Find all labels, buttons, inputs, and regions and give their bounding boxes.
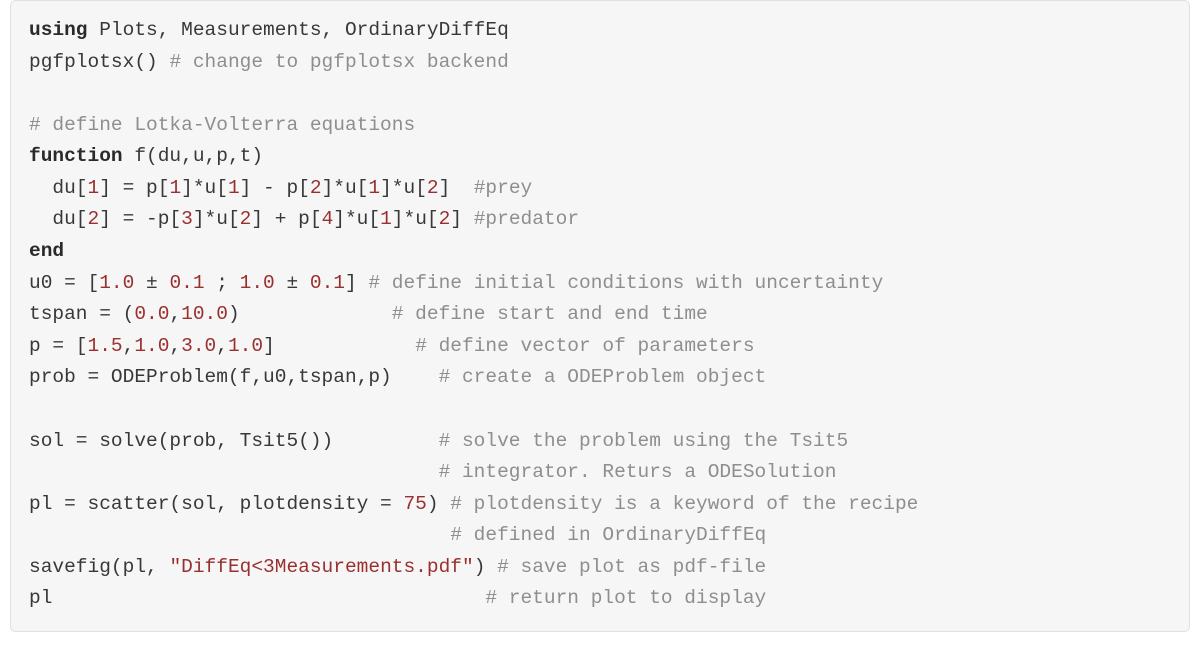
- code-text: ]: [439, 177, 474, 199]
- code-text: prob = ODEProblem(f,u0,tspan,p): [29, 366, 439, 388]
- code-text: pl = scatter(sol, plotdensity =: [29, 493, 403, 515]
- code-token: 1: [368, 177, 380, 199]
- code-token: 3.0: [181, 335, 216, 357]
- code-line: using Plots, Measurements, OrdinaryDiffE…: [29, 19, 509, 41]
- code-token: 2: [310, 177, 322, 199]
- code-token: 0.1: [169, 272, 204, 294]
- code-text: ): [228, 303, 392, 325]
- code-line: sol = solve(prob, Tsit5()) # solve the p…: [29, 430, 848, 452]
- code-token: 10.0: [181, 303, 228, 325]
- code-token: 2: [427, 177, 439, 199]
- code-text: ]: [450, 208, 473, 230]
- code-token: #predator: [474, 208, 579, 230]
- code-text: tspan = (: [29, 303, 134, 325]
- code-line: function f(du,u,p,t): [29, 145, 263, 167]
- code-token: # define start and end time: [392, 303, 708, 325]
- code-text: f(du,u,p,t): [123, 145, 263, 167]
- code-token: 0.0: [134, 303, 169, 325]
- code-text: savefig(pl,: [29, 556, 169, 578]
- code-text: ,: [123, 335, 135, 357]
- code-line: end: [29, 240, 64, 262]
- code-text: ] - p[: [240, 177, 310, 199]
- code-token: 1: [169, 177, 181, 199]
- code-token: # return plot to display: [485, 587, 766, 609]
- code-text: ,: [169, 335, 181, 357]
- code-token: using: [29, 19, 88, 41]
- code-text: ]*u[: [193, 208, 240, 230]
- code-token: 1: [88, 177, 100, 199]
- code-text: ]: [263, 335, 415, 357]
- code-text: ]*u[: [392, 208, 439, 230]
- code-token: function: [29, 145, 123, 167]
- code-line: pl = scatter(sol, plotdensity = 75) # pl…: [29, 493, 918, 515]
- code-text: ] + p[: [251, 208, 321, 230]
- code-token: 1.0: [99, 272, 134, 294]
- code-text: ,: [169, 303, 181, 325]
- code-token: # solve the problem using the Tsit5: [439, 430, 849, 452]
- code-line: # defined in OrdinaryDiffEq: [29, 524, 766, 546]
- code-token: # define Lotka-Volterra equations: [29, 114, 415, 136]
- code-line: du[2] = -p[3]*u[2] + p[4]*u[1]*u[2] #pre…: [29, 208, 579, 230]
- code-text: ]*u[: [380, 177, 427, 199]
- code-text: ] = -p[: [99, 208, 181, 230]
- code-token: # integrator. Returs a ODESolution: [439, 461, 837, 483]
- code-text: ]*u[: [333, 208, 380, 230]
- code-token: 1.0: [228, 335, 263, 357]
- code-text: [29, 524, 450, 546]
- code-token: # create a ODEProblem object: [439, 366, 767, 388]
- code-token: 1: [228, 177, 240, 199]
- code-text: ±: [134, 272, 169, 294]
- code-token: 4: [322, 208, 334, 230]
- code-token: 1.5: [88, 335, 123, 357]
- code-token: # plotdensity is a keyword of the recipe: [450, 493, 918, 515]
- code-text: ]: [345, 272, 368, 294]
- code-text: ;: [205, 272, 240, 294]
- code-text: Plots, Measurements, OrdinaryDiffEq: [88, 19, 509, 41]
- code-text: ): [427, 493, 450, 515]
- code-token: 2: [88, 208, 100, 230]
- code-content: using Plots, Measurements, OrdinaryDiffE…: [29, 19, 918, 609]
- code-text: ]*u[: [181, 177, 228, 199]
- code-text: ]*u[: [322, 177, 369, 199]
- code-token: # change to pgfplotsx backend: [169, 51, 508, 73]
- code-token: 0.1: [310, 272, 345, 294]
- code-line: pl # return plot to display: [29, 587, 766, 609]
- code-token: end: [29, 240, 64, 262]
- code-line: tspan = (0.0,10.0) # define start and en…: [29, 303, 708, 325]
- code-token: 2: [439, 208, 451, 230]
- code-token: # defined in OrdinaryDiffEq: [450, 524, 766, 546]
- code-token: #prey: [474, 177, 533, 199]
- code-text: ±: [275, 272, 310, 294]
- code-text: pgfplotsx(): [29, 51, 169, 73]
- code-token: 1.0: [240, 272, 275, 294]
- code-token: 2: [240, 208, 252, 230]
- code-line: prob = ODEProblem(f,u0,tspan,p) # create…: [29, 366, 766, 388]
- code-line: # integrator. Returs a ODESolution: [29, 461, 836, 483]
- code-text: pl: [29, 587, 485, 609]
- code-text: ): [474, 556, 497, 578]
- code-line: du[1] = p[1]*u[1] - p[2]*u[1]*u[2] #prey: [29, 177, 532, 199]
- code-token: 1.0: [134, 335, 169, 357]
- code-text: u0 = [: [29, 272, 99, 294]
- code-token: # define initial conditions with uncerta…: [368, 272, 883, 294]
- code-line: pgfplotsx() # change to pgfplotsx backen…: [29, 51, 509, 73]
- code-text: p = [: [29, 335, 88, 357]
- code-text: ] = p[: [99, 177, 169, 199]
- code-line: savefig(pl, "DiffEq<3Measurements.pdf") …: [29, 556, 766, 578]
- code-token: 1: [380, 208, 392, 230]
- code-token: 75: [403, 493, 426, 515]
- code-text: du[: [29, 177, 88, 199]
- code-token: 3: [181, 208, 193, 230]
- code-block: using Plots, Measurements, OrdinaryDiffE…: [10, 0, 1190, 632]
- code-text: [29, 461, 439, 483]
- code-token: # save plot as pdf-file: [497, 556, 766, 578]
- code-token: "DiffEq<3Measurements.pdf": [169, 556, 473, 578]
- code-line: # define Lotka-Volterra equations: [29, 114, 415, 136]
- code-text: du[: [29, 208, 88, 230]
- code-line: p = [1.5,1.0,3.0,1.0] # define vector of…: [29, 335, 755, 357]
- code-token: # define vector of parameters: [415, 335, 754, 357]
- code-text: ,: [216, 335, 228, 357]
- code-line: u0 = [1.0 ± 0.1 ; 1.0 ± 0.1] # define in…: [29, 272, 883, 294]
- code-text: sol = solve(prob, Tsit5()): [29, 430, 439, 452]
